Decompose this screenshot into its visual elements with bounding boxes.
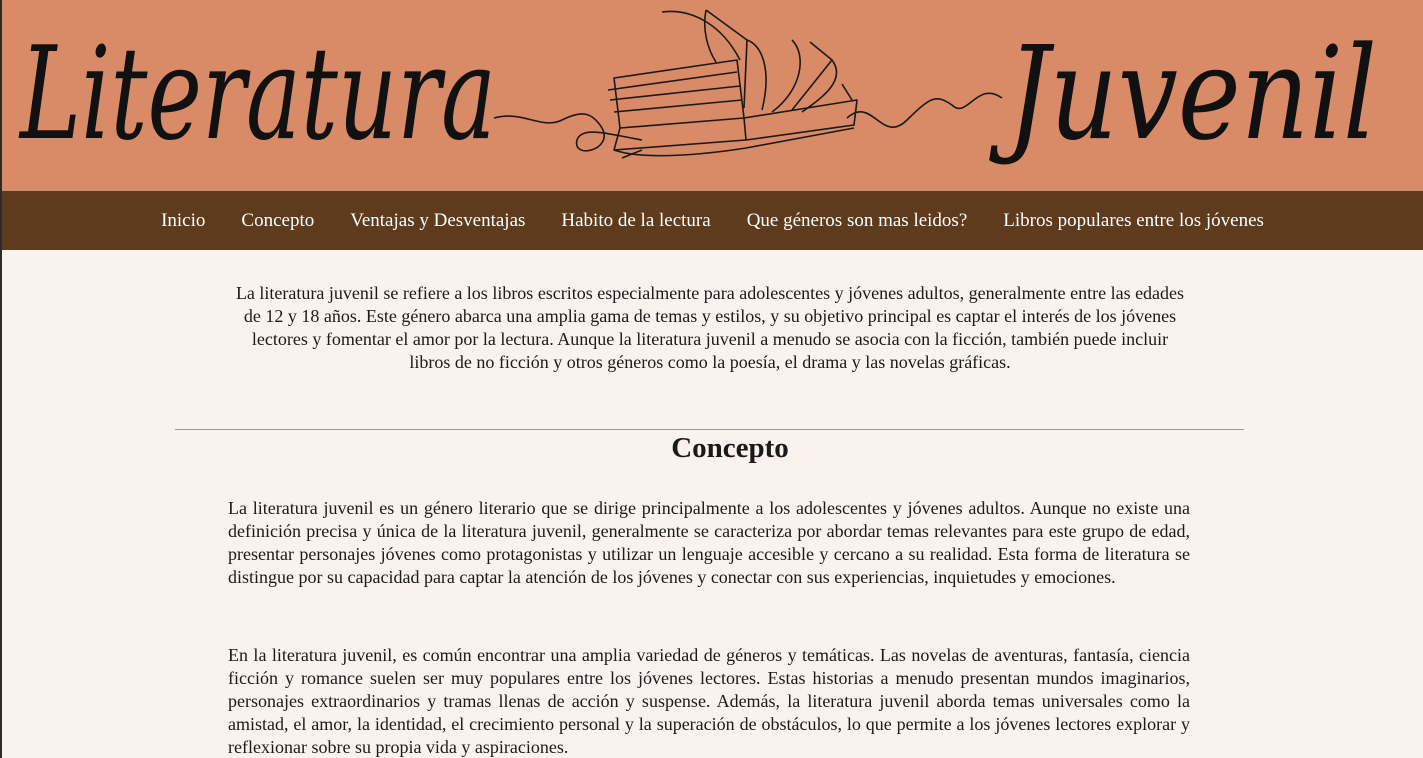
intro-paragraph: La literatura juvenil se refiere a los l…	[235, 283, 1185, 372]
open-book-line-art-icon	[607, 9, 858, 159]
nav-link-generos-leidos[interactable]: Que géneros son mas leidos?	[747, 210, 968, 232]
nav-link-habito-lectura[interactable]: Habito de la lectura	[561, 210, 710, 232]
site-banner: Literatura Juvenil	[2, 0, 1423, 191]
nav-link-libros-populares[interactable]: Libros populares entre los jóvenes	[1003, 210, 1264, 232]
nav-link-concepto[interactable]: Concepto	[241, 210, 314, 232]
concepto-paragraph-1: La literatura juvenil es un género liter…	[228, 498, 1190, 587]
banner-title-right: Juvenil	[989, 20, 1377, 169]
main-navigation: Inicio Concepto Ventajas y Desventajas H…	[2, 191, 1423, 250]
concepto-paragraph-2: En la literatura juvenil, es común encon…	[228, 645, 1190, 757]
nav-link-inicio[interactable]: Inicio	[161, 210, 205, 232]
banner-left-flourish	[493, 113, 643, 152]
banner-title-left: Literatura	[19, 20, 496, 169]
section-title-concepto: Concepto	[671, 432, 789, 464]
banner-artwork: Literatura Juvenil	[19, 9, 1377, 169]
nav-link-ventajas-desventajas[interactable]: Ventajas y Desventajas	[350, 210, 525, 232]
banner-right-flourish	[846, 92, 1003, 128]
